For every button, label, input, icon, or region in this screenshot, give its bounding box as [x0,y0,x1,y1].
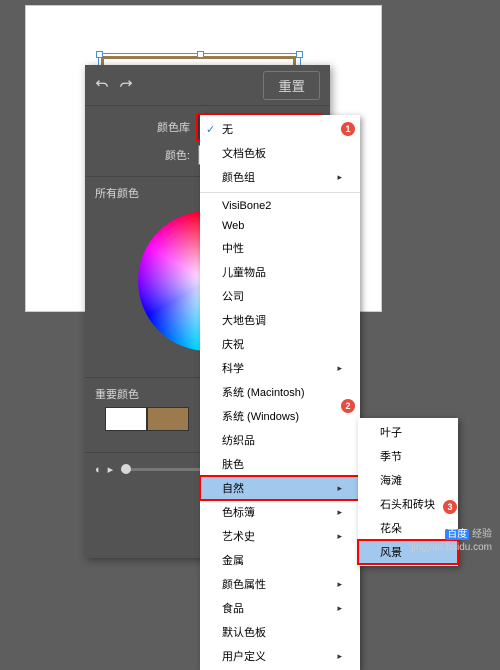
menu-item[interactable]: 文档色板 [200,141,360,165]
menu-item[interactable]: 儿童物品 [200,260,360,284]
opacity-icon: ◐ [95,464,102,476]
menu-item[interactable]: 金属 [200,548,360,572]
menu-item[interactable]: 默认色板 [200,620,360,644]
color-library-label: 颜色库 [95,119,198,135]
menu-item[interactable]: 颜色组 [200,165,360,189]
menu-item[interactable]: 自然 [200,476,360,500]
annotation-badge-1: 1 [341,122,355,136]
color-library-menu: 无文档色板颜色组VisiBone2Web中性儿童物品公司大地色调庆祝科学系统 (… [200,115,360,670]
panel-toolbar: 重置 [85,65,330,106]
menu-item[interactable]: 肤色 [200,452,360,476]
menu-item[interactable]: 中性 [200,236,360,260]
play-icon[interactable]: ▸ [108,463,114,476]
watermark: Bai百度 经验 jingyan.baidu.com [411,524,492,553]
menu-item[interactable]: 叶子 [358,420,458,444]
color-label: 颜色: [95,147,198,163]
menu-item[interactable]: 颜色属性 [200,572,360,596]
menu-item[interactable]: VisiBone2 [200,196,360,216]
menu-item[interactable]: 食品 [200,596,360,620]
resize-handle[interactable] [96,51,103,58]
menu-item[interactable]: 公司 [200,284,360,308]
menu-item[interactable]: 色标簿 [200,500,360,524]
resize-handle[interactable] [296,51,303,58]
undo-icon[interactable] [95,78,109,92]
annotation-badge-2: 2 [341,399,355,413]
menu-item[interactable]: 无 [200,117,360,141]
menu-item[interactable]: 系统 (Windows) [200,404,360,428]
menu-item[interactable]: 纺织品 [200,428,360,452]
menu-item[interactable]: 系统 (Macintosh) [200,380,360,404]
reset-button[interactable]: 重置 [263,71,320,100]
menu-item[interactable]: 大地色调 [200,308,360,332]
resize-handle[interactable] [197,51,204,58]
menu-item[interactable]: 科学 [200,356,360,380]
menu-item[interactable]: 庆祝 [200,332,360,356]
menu-item[interactable]: 艺术史 [200,524,360,548]
swatch[interactable] [105,407,147,431]
swatch[interactable] [147,407,189,431]
menu-item[interactable]: Web [200,216,360,236]
menu-item[interactable]: 用户定义 [200,644,360,668]
annotation-badge-3: 3 [443,500,457,514]
menu-item[interactable]: 季节 [358,444,458,468]
redo-icon[interactable] [119,78,133,92]
menu-item[interactable]: 海滩 [358,468,458,492]
